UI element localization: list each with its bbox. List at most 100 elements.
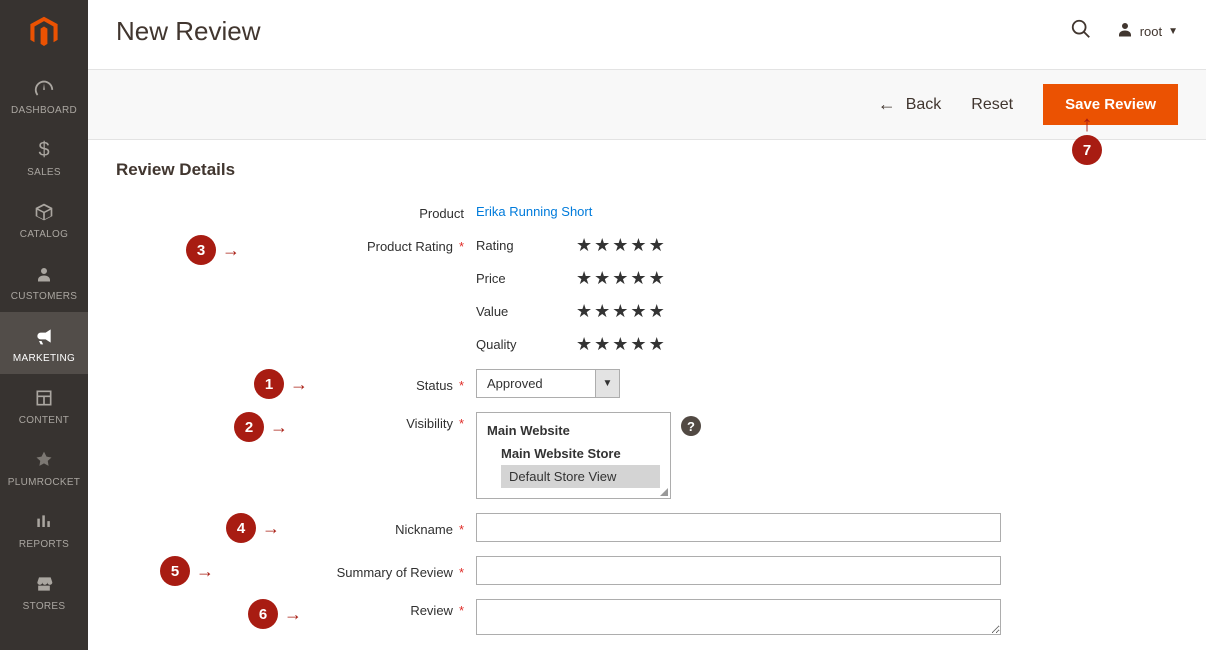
required-marker: * (459, 416, 464, 431)
rating-name: Value (476, 304, 576, 319)
user-icon (1116, 20, 1134, 43)
nav-dashboard[interactable]: DASHBOARD (0, 64, 88, 126)
back-label: Back (906, 96, 942, 114)
caret-down-icon: ▼ (1168, 26, 1178, 37)
row-summary: Summary of Review * 5 → (116, 556, 1178, 585)
nav-label: SALES (27, 167, 61, 178)
visibility-label: Visibility (406, 416, 453, 431)
action-bar: ← Back Reset Save Review ↑ 7 (88, 69, 1206, 140)
back-button[interactable]: ← Back (878, 94, 942, 115)
row-visibility: Visibility * Main Website Main Website S… (116, 412, 1178, 499)
rocket-icon (32, 448, 56, 472)
star-icon[interactable]: ★ (630, 268, 646, 289)
summary-label: Summary of Review (337, 565, 453, 580)
gauge-icon (32, 76, 56, 100)
bars-icon (32, 510, 56, 534)
star-icon[interactable]: ★ (612, 301, 628, 322)
nav-catalog[interactable]: CATALOG (0, 188, 88, 250)
star-icon[interactable]: ★ (576, 235, 592, 256)
nav-stores[interactable]: STORES (0, 560, 88, 622)
rating-row-quality: Quality ★★★★★ (476, 334, 1178, 355)
visibility-store: Main Website Store (501, 446, 660, 461)
person-icon (32, 262, 56, 286)
nav-label: MARKETING (13, 353, 75, 364)
dollar-icon: $ (32, 138, 56, 162)
topbar: New Review root ▼ (88, 0, 1206, 69)
star-icon[interactable]: ★ (649, 334, 665, 355)
nav-content[interactable]: CONTENT (0, 374, 88, 436)
row-nickname: Nickname * 4 → (116, 513, 1178, 542)
star-icon[interactable]: ★ (630, 334, 646, 355)
magento-logo-icon[interactable] (24, 12, 64, 52)
store-icon (32, 572, 56, 596)
nav-label: REPORTS (19, 539, 69, 550)
status-select[interactable]: Approved ▼ (476, 369, 1178, 398)
star-icon[interactable]: ★ (594, 334, 610, 355)
nav-label: STORES (23, 601, 66, 612)
page-title: New Review (116, 16, 261, 47)
rating-row-rating: Rating ★★★★★ (476, 235, 1178, 256)
star-icon[interactable]: ★ (576, 268, 592, 289)
save-review-button[interactable]: Save Review (1043, 84, 1178, 125)
required-marker: * (459, 522, 464, 537)
stars-rating: ★★★★★ (576, 235, 665, 256)
visibility-select[interactable]: Main Website Main Website Store Default … (476, 412, 671, 499)
status-label: Status (416, 378, 453, 393)
form-content: Review Details Product Erika Running Sho… (88, 160, 1206, 650)
star-icon[interactable]: ★ (594, 235, 610, 256)
star-icon[interactable]: ★ (630, 301, 646, 322)
row-status: Status * Approved ▼ 1 → (116, 369, 1178, 398)
stars-price: ★★★★★ (576, 268, 665, 289)
status-value: Approved (476, 369, 596, 398)
star-icon[interactable]: ★ (612, 268, 628, 289)
required-marker: * (459, 565, 464, 580)
help-icon[interactable]: ? (681, 416, 701, 436)
rating-row-price: Price ★★★★★ (476, 268, 1178, 289)
rating-row-value: Value ★★★★★ (476, 301, 1178, 322)
nav-sales[interactable]: $ SALES (0, 126, 88, 188)
product-link[interactable]: Erika Running Short (476, 204, 592, 219)
rating-name: Quality (476, 337, 576, 352)
nav-reports[interactable]: REPORTS (0, 498, 88, 560)
nickname-input[interactable] (476, 513, 1001, 542)
row-review: Review * 6 → (116, 599, 1178, 638)
summary-input[interactable] (476, 556, 1001, 585)
star-icon[interactable]: ★ (649, 235, 665, 256)
section-title: Review Details (116, 160, 1178, 180)
user-name: root (1140, 24, 1162, 39)
required-marker: * (459, 603, 464, 618)
resize-handle[interactable] (658, 486, 668, 496)
star-icon[interactable]: ★ (649, 268, 665, 289)
row-rating: Product Rating * Rating ★★★★★ Price ★★★★… (116, 235, 1178, 355)
arrow-left-icon: ← (878, 94, 896, 115)
rating-label: Product Rating (367, 239, 453, 254)
megaphone-icon (32, 324, 56, 348)
nav-customers[interactable]: CUSTOMERS (0, 250, 88, 312)
visibility-view[interactable]: Default Store View (501, 465, 660, 488)
star-icon[interactable]: ★ (594, 301, 610, 322)
star-icon[interactable]: ★ (612, 334, 628, 355)
search-icon[interactable] (1070, 18, 1092, 46)
nav-label: CATALOG (20, 229, 68, 240)
nav-marketing[interactable]: MARKETING (0, 312, 88, 374)
required-marker: * (459, 239, 464, 254)
box-icon (32, 200, 56, 224)
review-textarea[interactable] (476, 599, 1001, 635)
star-icon[interactable]: ★ (594, 268, 610, 289)
star-icon[interactable]: ★ (576, 334, 592, 355)
nav-label: PLUMROCKET (8, 477, 80, 488)
stars-value: ★★★★★ (576, 301, 665, 322)
save-label: Save Review (1065, 96, 1156, 113)
nav-plumrocket[interactable]: PLUMROCKET (0, 436, 88, 498)
star-icon[interactable]: ★ (612, 235, 628, 256)
reset-button[interactable]: Reset (971, 96, 1013, 114)
nav-label: CONTENT (19, 415, 69, 426)
user-menu[interactable]: root ▼ (1116, 20, 1178, 43)
star-icon[interactable]: ★ (649, 301, 665, 322)
rating-name: Rating (476, 238, 576, 253)
star-icon[interactable]: ★ (576, 301, 592, 322)
product-label: Product (419, 206, 464, 221)
nav-label: CUSTOMERS (11, 291, 77, 302)
star-icon[interactable]: ★ (630, 235, 646, 256)
caret-down-icon: ▼ (596, 369, 620, 398)
